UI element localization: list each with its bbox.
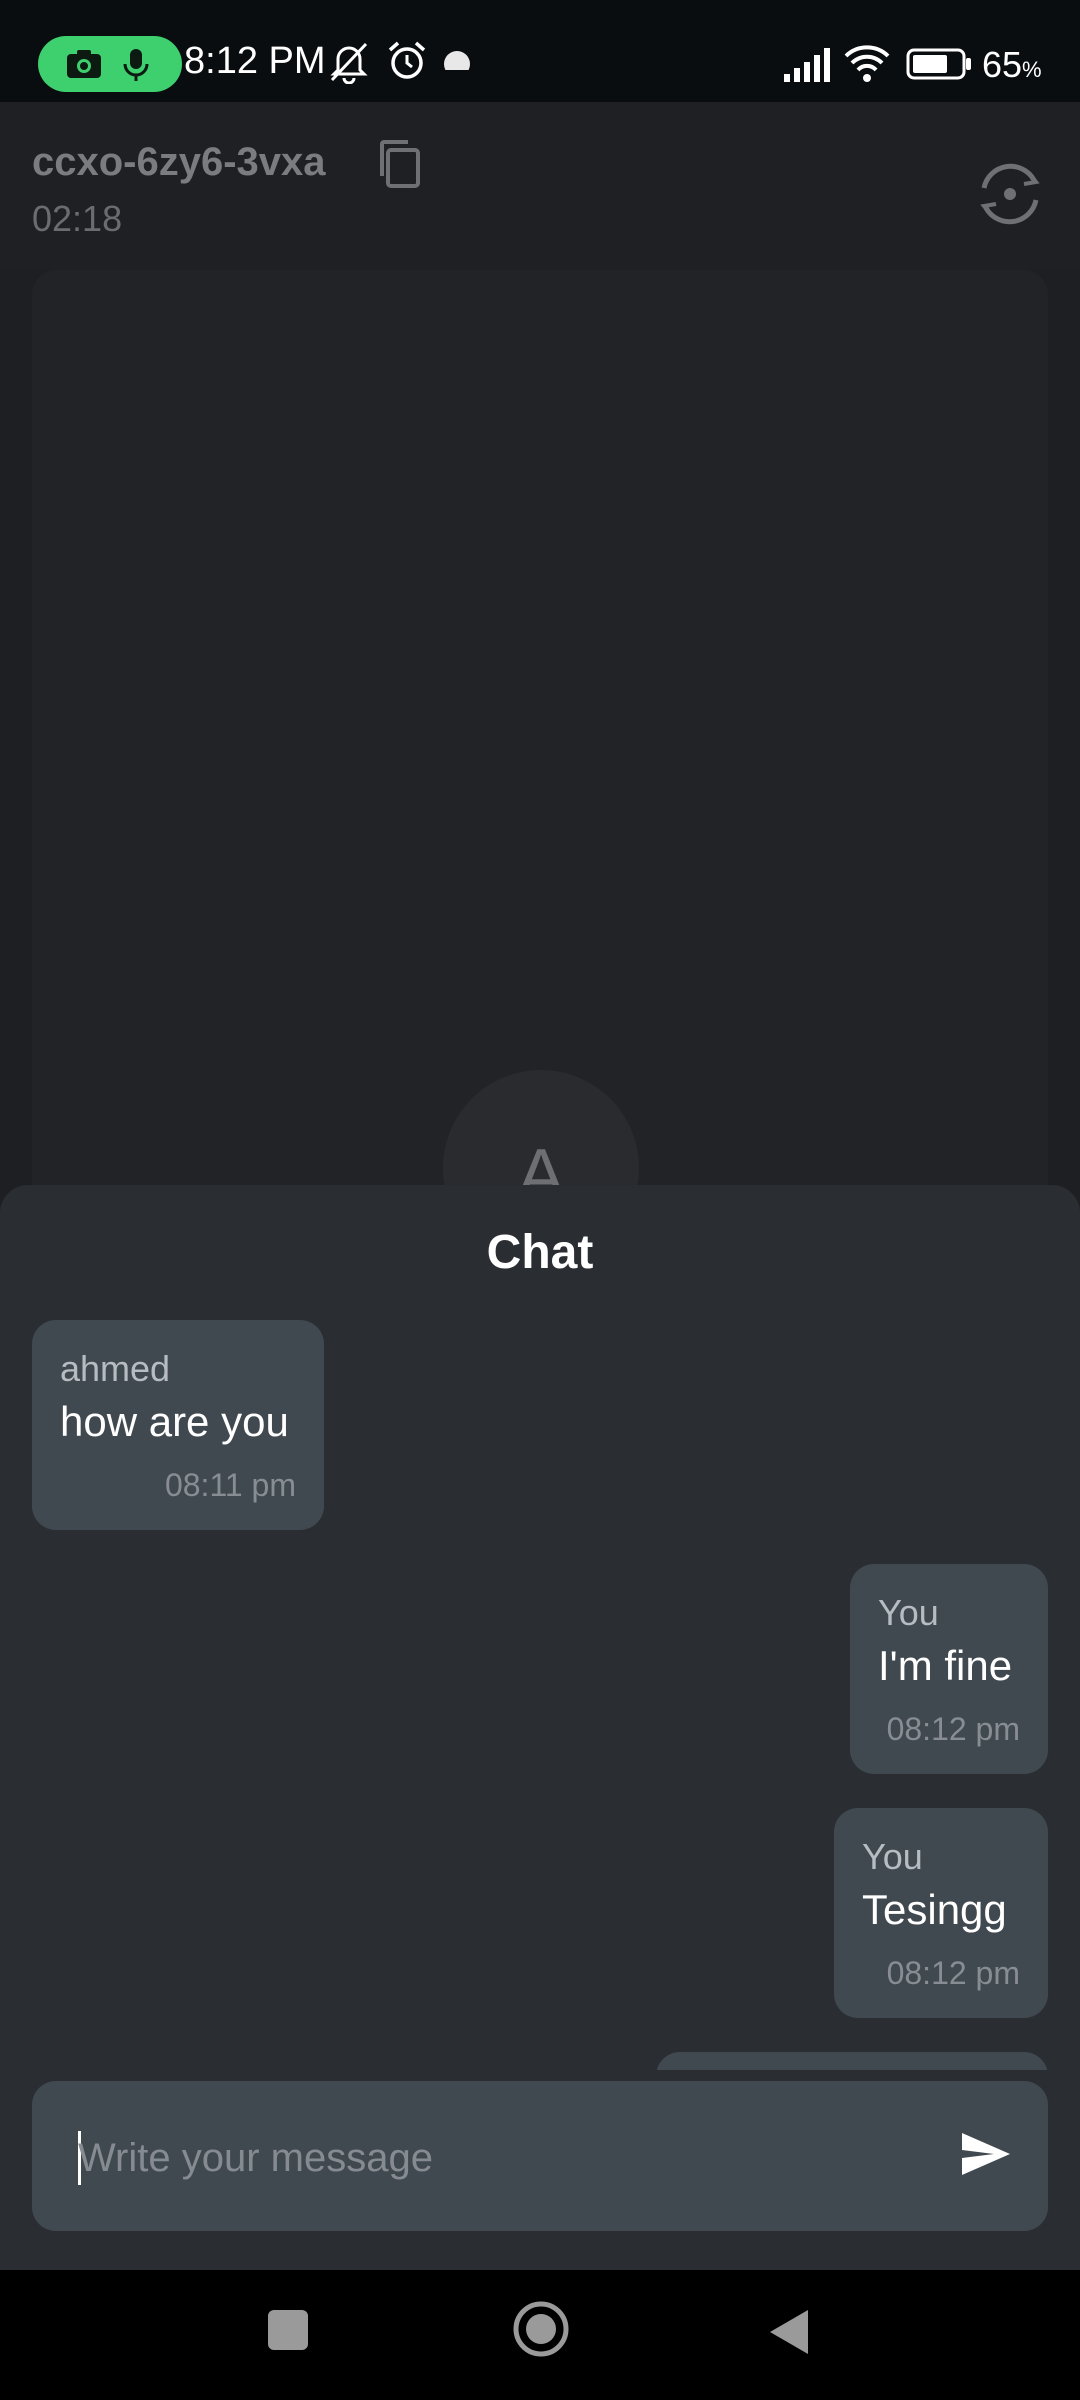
message-text: I'm fine [878, 1642, 1013, 1689]
dot-icon [444, 51, 470, 70]
status-bar: 8:12 PM 65% [0, 0, 1080, 102]
message-text: Tesingg [862, 1886, 1007, 1933]
call-timer: 02:18 [32, 198, 123, 239]
recents-button[interactable] [266, 2308, 310, 2352]
room-code: ccxo-6zy6-3vxa [32, 140, 326, 184]
alarm-icon [388, 41, 426, 79]
status-time: 8:12 PM [184, 40, 326, 82]
message-sender: ahmed [60, 1348, 171, 1389]
message-time: 08:12 pm [886, 1711, 1020, 1747]
message-text: how are you [60, 1398, 289, 1445]
message-input[interactable] [76, 2127, 940, 2189]
message-time: 08:12 pm [886, 1955, 1020, 1991]
message-composer [32, 2081, 1048, 2231]
mute-icon [330, 42, 368, 84]
message-list[interactable]: ahmed how are you 08:11 pm You I'm fine … [0, 1320, 1080, 2070]
recording-indicator [38, 36, 182, 92]
signal-icon [784, 48, 830, 82]
message-bubble: You Tesingg 08:12 pm [834, 1808, 1048, 2018]
switch-camera-icon[interactable] [974, 158, 1046, 230]
message-bubble: ahmed how are you 08:11 pm [32, 1320, 324, 1530]
message-sender: You [862, 1836, 923, 1877]
call-header: ccxo-6zy6-3vxa 02:18 [0, 102, 1080, 270]
chat-title: Chat [486, 1226, 594, 1279]
battery-percent: 65% [982, 44, 1042, 85]
battery-icon [906, 48, 971, 80]
message-bubble: You I'm fine 08:12 pm [850, 1564, 1048, 1774]
copy-icon[interactable] [376, 138, 422, 190]
camera-icon [67, 50, 101, 78]
mic-icon [123, 49, 149, 81]
back-button[interactable] [766, 2308, 810, 2356]
chat-sheet: Chat ahmed how are you 08:11 pm You I'm … [0, 1185, 1080, 2270]
message-bubble-partial [656, 2052, 1048, 2070]
message-time: 08:11 pm [164, 1467, 296, 1503]
message-sender: You [878, 1592, 939, 1633]
video-area: A [32, 270, 1048, 1270]
system-nav-bar [0, 2270, 1080, 2400]
wifi-icon [844, 45, 890, 82]
home-button[interactable] [512, 2300, 570, 2358]
send-icon[interactable] [960, 2131, 1012, 2177]
